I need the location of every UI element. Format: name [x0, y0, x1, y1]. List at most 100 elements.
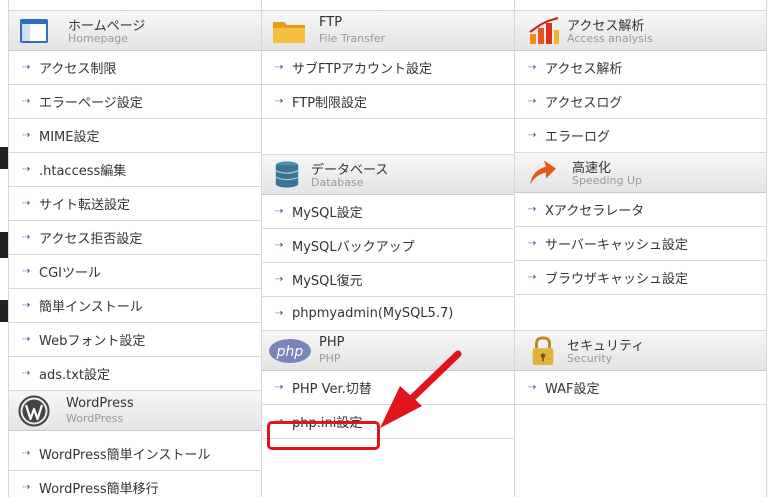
menu-item-browser-cache[interactable]: ⇢ ブラウザキャッシュ設定: [515, 261, 766, 295]
menu-item-label: MySQL復元: [292, 274, 363, 289]
section-subtitle: Security: [567, 352, 613, 365]
arrow-icon: ⇢: [22, 368, 30, 379]
menu-item-label: サイト転送設定: [39, 198, 131, 213]
menu-item-label: MIME設定: [39, 130, 100, 145]
section-title: WordPress: [66, 396, 134, 411]
menu-item-label: .htaccess編集: [39, 164, 127, 179]
menu-item-wp-easy-migrate[interactable]: ⇢ WordPress簡単移行: [9, 471, 261, 497]
php-logo-icon: php: [269, 339, 311, 363]
menu-item-x-accelerator[interactable]: ⇢ Xアクセラレータ: [515, 193, 766, 227]
arrow-icon: ⇢: [275, 382, 283, 393]
wordpress-logo-icon: [18, 395, 50, 427]
menu-item-label: アクセス制限: [39, 62, 117, 77]
homepage-window-icon: [20, 19, 48, 43]
menu-item-ads-txt[interactable]: ⇢ ads.txt設定: [9, 357, 261, 391]
arrow-icon: ⇢: [22, 198, 30, 209]
menu-item-label: エラーログ: [545, 130, 611, 145]
section-subtitle: Access analysis: [567, 32, 653, 45]
menu-item-label: WAF設定: [545, 382, 600, 397]
svg-text:php: php: [276, 344, 304, 360]
arrow-icon: ⇢: [528, 204, 536, 215]
menu-item-waf[interactable]: ⇢ WAF設定: [515, 371, 766, 405]
section-title: PHP: [319, 335, 345, 350]
section-header-wordpress: WordPress WordPress: [9, 391, 261, 431]
section-subtitle: Database: [311, 176, 364, 189]
menu-item-label: phpmyadmin(MySQL5.7): [292, 306, 454, 321]
arrow-icon: ⇢: [528, 62, 536, 73]
menu-item-label: WordPress簡単移行: [39, 482, 159, 497]
menu-item-label: ads.txt設定: [39, 368, 111, 383]
menu-item-sub-ftp[interactable]: ⇢ サブFTPアカウント設定: [262, 51, 514, 85]
folder-icon: [273, 22, 305, 43]
arrow-icon: ⇢: [528, 382, 536, 393]
section-header-ftp: FTP File Transfer: [262, 11, 514, 51]
section-header-access-analysis: アクセス解析 Access analysis: [515, 11, 766, 51]
section-subtitle: PHP: [319, 352, 341, 365]
menu-item-mime[interactable]: ⇢ MIME設定: [9, 119, 261, 153]
arrow-icon: ⇢: [22, 300, 30, 311]
menu-item-label: アクセスログ: [545, 96, 623, 111]
section-subtitle: Speeding Up: [572, 174, 643, 187]
menu-item-phpmyadmin[interactable]: ⇢ phpmyadmin(MySQL5.7): [262, 297, 514, 331]
menu-item-label: ブラウザキャッシュ設定: [545, 272, 689, 287]
arrow-icon: ⇢: [22, 266, 30, 277]
section-subtitle: WordPress: [66, 412, 124, 425]
menu-item-access-log[interactable]: ⇢ アクセスログ: [515, 85, 766, 119]
menu-item-label: PHP Ver.切替: [292, 382, 372, 397]
menu-item-access-analysis[interactable]: ⇢ アクセス解析: [515, 51, 766, 85]
menu-item-label: FTP制限設定: [292, 96, 368, 111]
menu-item-cgi-tools[interactable]: ⇢ CGIツール: [9, 255, 261, 289]
menu-item-wp-easy-install[interactable]: ⇢ WordPress簡単インストール: [9, 437, 261, 471]
arrow-icon: ⇢: [22, 482, 30, 493]
arrow-icon: ⇢: [22, 448, 30, 459]
menu-item-server-cache[interactable]: ⇢ サーバーキャッシュ設定: [515, 227, 766, 261]
menu-item-access-restriction[interactable]: ⇢ アクセス制限: [9, 51, 261, 85]
section-subtitle: Homepage: [68, 32, 128, 45]
menu-item-htaccess[interactable]: ⇢ .htaccess編集: [9, 153, 261, 187]
padlock-icon: [532, 336, 554, 365]
menu-item-mysql[interactable]: ⇢ MySQL設定: [262, 195, 514, 229]
menu-item-site-redirect[interactable]: ⇢ サイト転送設定: [9, 187, 261, 221]
menu-item-error-log[interactable]: ⇢ エラーログ: [515, 119, 766, 153]
section-header-homepage: ホームページ Homepage: [9, 11, 261, 51]
left-edge-strip: [0, 147, 8, 169]
menu-item-mysql-restore[interactable]: ⇢ MySQL復元: [262, 263, 514, 297]
left-edge-strip: [0, 232, 8, 258]
menu-item-ftp-restriction[interactable]: ⇢ FTP制限設定: [262, 85, 514, 119]
menu-item-easy-install[interactable]: ⇢ 簡単インストール: [9, 289, 261, 323]
arrow-icon: ⇢: [528, 272, 536, 283]
menu-column-1: ホームページ Homepage ⇢ アクセス制限 ⇢ エラーページ設定 ⇢ MIME設…: [8, 0, 261, 497]
arrow-icon: ⇢: [528, 96, 536, 107]
arrow-icon: ⇢: [22, 334, 30, 345]
arrow-icon: ⇢: [22, 96, 30, 107]
section-header-speeding-up: 高速化 Speeding Up: [515, 153, 766, 193]
menu-item-web-font[interactable]: ⇢ Webフォント設定: [9, 323, 261, 357]
arrow-icon: ⇢: [22, 164, 30, 175]
arrow-icon: ⇢: [22, 130, 30, 141]
arrow-icon: ⇢: [275, 240, 283, 251]
menu-column-3: アクセス解析 Access analysis ⇢ アクセス解析 ⇢ アクセスログ ⇢…: [514, 0, 767, 497]
section-header-security: セキュリティ Security: [515, 331, 766, 371]
empty-cell: [515, 295, 766, 331]
menu-item-label: MySQLバックアップ: [292, 240, 415, 255]
highlight-box: [267, 421, 380, 450]
arrow-icon: ⇢: [275, 62, 283, 73]
section-title: FTP: [319, 15, 343, 30]
menu-item-label: サブFTPアカウント設定: [292, 62, 433, 77]
menu-item-label: アクセス解析: [545, 62, 623, 77]
bar-chart-icon: [529, 17, 559, 44]
section-subtitle: File Transfer: [319, 32, 386, 45]
menu-item-label: 簡単インストール: [39, 300, 143, 315]
arrow-icon: ⇢: [528, 238, 536, 249]
menu-item-label: CGIツール: [39, 266, 101, 281]
menu-item-access-deny[interactable]: ⇢ アクセス拒否設定: [9, 221, 261, 255]
menu-item-mysql-backup[interactable]: ⇢ MySQLバックアップ: [262, 229, 514, 263]
arrow-icon: ⇢: [22, 232, 30, 243]
empty-cell: [262, 119, 514, 155]
menu-item-error-page[interactable]: ⇢ エラーページ設定: [9, 85, 261, 119]
arrow-icon: ⇢: [275, 206, 283, 217]
left-edge-strip: [0, 300, 8, 322]
section-header-database: データベース Database: [262, 155, 514, 195]
menu-item-label: MySQL設定: [292, 206, 363, 221]
menu-item-label: アクセス拒否設定: [39, 232, 143, 247]
